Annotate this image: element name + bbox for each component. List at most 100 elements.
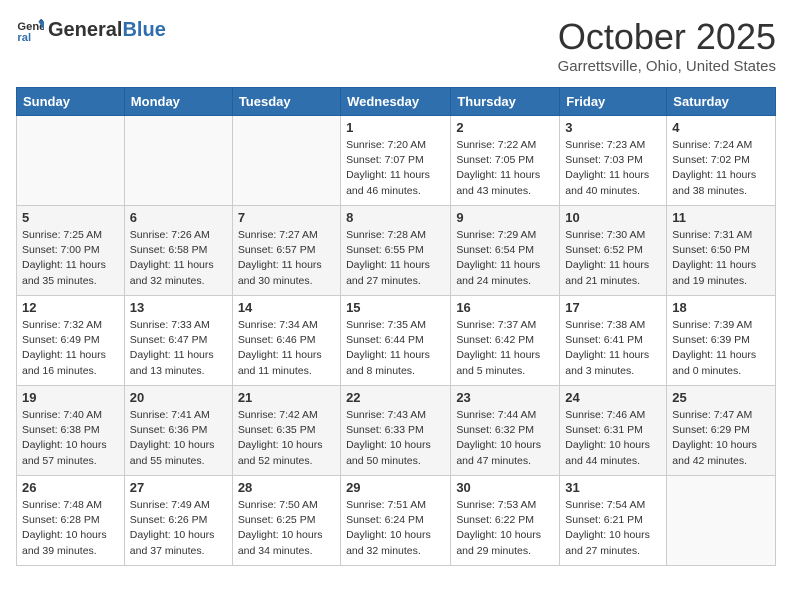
day-info: Sunrise: 7:33 AMSunset: 6:47 PMDaylight:… — [130, 318, 227, 379]
day-number: 26 — [22, 480, 119, 495]
day-info: Sunrise: 7:54 AMSunset: 6:21 PMDaylight:… — [565, 498, 661, 559]
day-header-tuesday: Tuesday — [232, 88, 340, 116]
day-number: 17 — [565, 300, 661, 315]
day-info: Sunrise: 7:27 AMSunset: 6:57 PMDaylight:… — [238, 228, 335, 289]
calendar-cell: 11 Sunrise: 7:31 AMSunset: 6:50 PMDayligh… — [667, 206, 776, 296]
day-info: Sunrise: 7:51 AMSunset: 6:24 PMDaylight:… — [346, 498, 445, 559]
month-title: October 2025 — [558, 16, 776, 58]
calendar-cell: 27 Sunrise: 7:49 AMSunset: 6:26 PMDayligh… — [124, 476, 232, 566]
day-number: 1 — [346, 120, 445, 135]
calendar-cell: 26 Sunrise: 7:48 AMSunset: 6:28 PMDayligh… — [17, 476, 125, 566]
calendar-cell: 2Sunrise: 7:22 AMSunset: 7:05 PMDaylight… — [451, 116, 560, 206]
day-info: Sunrise: 7:24 AMSunset: 7:02 PMDaylight:… — [672, 138, 770, 199]
day-number: 22 — [346, 390, 445, 405]
day-info: Sunrise: 7:49 AMSunset: 6:26 PMDaylight:… — [130, 498, 227, 559]
day-info: Sunrise: 7:20 AMSunset: 7:07 PMDaylight:… — [346, 138, 445, 199]
day-info: Sunrise: 7:38 AMSunset: 6:41 PMDaylight:… — [565, 318, 661, 379]
day-info: Sunrise: 7:31 AMSunset: 6:50 PMDaylight:… — [672, 228, 770, 289]
calendar-cell: 3 Sunrise: 7:23 AMSunset: 7:03 PMDaylight… — [560, 116, 667, 206]
day-info: Sunrise: 7:29 AMSunset: 6:54 PMDaylight:… — [456, 228, 554, 289]
calendar-cell: 31 Sunrise: 7:54 AMSunset: 6:21 PMDayligh… — [560, 476, 667, 566]
calendar-cell: 25 Sunrise: 7:47 AMSunset: 6:29 PMDayligh… — [667, 386, 776, 476]
calendar-cell: 29 Sunrise: 7:51 AMSunset: 6:24 PMDayligh… — [341, 476, 451, 566]
day-info: Sunrise: 7:40 AMSunset: 6:38 PMDaylight:… — [22, 408, 119, 469]
logo-text: GeneralBlue — [48, 20, 166, 40]
day-number: 14 — [238, 300, 335, 315]
day-number: 10 — [565, 210, 661, 225]
calendar-cell: 10 Sunrise: 7:30 AMSunset: 6:52 PMDayligh… — [560, 206, 667, 296]
day-info: Sunrise: 7:48 AMSunset: 6:28 PMDaylight:… — [22, 498, 119, 559]
day-number: 25 — [672, 390, 770, 405]
day-number: 29 — [346, 480, 445, 495]
day-info: Sunrise: 7:28 AMSunset: 6:55 PMDaylight:… — [346, 228, 445, 289]
day-number: 15 — [346, 300, 445, 315]
day-info: Sunrise: 7:50 AMSunset: 6:25 PMDaylight:… — [238, 498, 335, 559]
title-block: October 2025 Garrettsville, Ohio, United… — [558, 16, 776, 75]
svg-text:ral: ral — [17, 32, 31, 44]
location: Garrettsville, Ohio, United States — [558, 58, 776, 75]
day-number: 12 — [22, 300, 119, 315]
calendar-cell: 4 Sunrise: 7:24 AMSunset: 7:02 PMDaylight… — [667, 116, 776, 206]
calendar-cell — [667, 476, 776, 566]
calendar-cell: 8 Sunrise: 7:28 AMSunset: 6:55 PMDaylight… — [341, 206, 451, 296]
calendar-cell: 1 Sunrise: 7:20 AMSunset: 7:07 PMDaylight… — [341, 116, 451, 206]
calendar-cell: 9 Sunrise: 7:29 AMSunset: 6:54 PMDaylight… — [451, 206, 560, 296]
calendar-cell: 15 Sunrise: 7:35 AMSunset: 6:44 PMDayligh… — [341, 296, 451, 386]
day-info: Sunrise: 7:41 AMSunset: 6:36 PMDaylight:… — [130, 408, 227, 469]
logo-general: General — [48, 19, 122, 41]
calendar-cell: 17 Sunrise: 7:38 AMSunset: 6:41 PMDayligh… — [560, 296, 667, 386]
day-header-wednesday: Wednesday — [341, 88, 451, 116]
calendar-cell: 13 Sunrise: 7:33 AMSunset: 6:47 PMDayligh… — [124, 296, 232, 386]
week-row-2: 5 Sunrise: 7:25 AMSunset: 7:00 PMDaylight… — [17, 206, 776, 296]
calendar-cell: 20Sunrise: 7:41 AMSunset: 6:36 PMDayligh… — [124, 386, 232, 476]
day-header-sunday: Sunday — [17, 88, 125, 116]
day-header-thursday: Thursday — [451, 88, 560, 116]
day-info: Sunrise: 7:53 AMSunset: 6:22 PMDaylight:… — [456, 498, 554, 559]
day-info: Sunrise: 7:26 AMSunset: 6:58 PMDaylight:… — [130, 228, 227, 289]
header-row: SundayMondayTuesdayWednesdayThursdayFrid… — [17, 88, 776, 116]
calendar-cell: 28Sunrise: 7:50 AMSunset: 6:25 PMDayligh… — [232, 476, 340, 566]
day-number: 13 — [130, 300, 227, 315]
day-number: 9 — [456, 210, 554, 225]
day-number: 5 — [22, 210, 119, 225]
day-number: 3 — [565, 120, 661, 135]
calendar-cell — [124, 116, 232, 206]
day-number: 16 — [456, 300, 554, 315]
day-number: 27 — [130, 480, 227, 495]
day-number: 19 — [22, 390, 119, 405]
day-info: Sunrise: 7:35 AMSunset: 6:44 PMDaylight:… — [346, 318, 445, 379]
day-number: 21 — [238, 390, 335, 405]
calendar-table: SundayMondayTuesdayWednesdayThursdayFrid… — [16, 87, 776, 566]
day-info: Sunrise: 7:22 AMSunset: 7:05 PMDaylight:… — [456, 138, 554, 199]
day-header-saturday: Saturday — [667, 88, 776, 116]
logo-icon: Gene ral — [16, 16, 44, 44]
calendar-cell: 12Sunrise: 7:32 AMSunset: 6:49 PMDayligh… — [17, 296, 125, 386]
calendar-cell: 5 Sunrise: 7:25 AMSunset: 7:00 PMDaylight… — [17, 206, 125, 296]
calendar-cell: 23Sunrise: 7:44 AMSunset: 6:32 PMDayligh… — [451, 386, 560, 476]
day-header-monday: Monday — [124, 88, 232, 116]
day-info: Sunrise: 7:46 AMSunset: 6:31 PMDaylight:… — [565, 408, 661, 469]
day-info: Sunrise: 7:37 AMSunset: 6:42 PMDaylight:… — [456, 318, 554, 379]
day-number: 6 — [130, 210, 227, 225]
day-number: 4 — [672, 120, 770, 135]
calendar-cell: 7 Sunrise: 7:27 AMSunset: 6:57 PMDaylight… — [232, 206, 340, 296]
logo: Gene ral GeneralBlue — [16, 16, 166, 44]
calendar-cell: 14 Sunrise: 7:34 AMSunset: 6:46 PMDayligh… — [232, 296, 340, 386]
day-info: Sunrise: 7:34 AMSunset: 6:46 PMDaylight:… — [238, 318, 335, 379]
day-number: 8 — [346, 210, 445, 225]
week-row-4: 19 Sunrise: 7:40 AMSunset: 6:38 PMDayligh… — [17, 386, 776, 476]
logo-blue: Blue — [122, 19, 165, 41]
day-number: 23 — [456, 390, 554, 405]
week-row-1: 1 Sunrise: 7:20 AMSunset: 7:07 PMDaylight… — [17, 116, 776, 206]
calendar-cell: 16 Sunrise: 7:37 AMSunset: 6:42 PMDayligh… — [451, 296, 560, 386]
day-info: Sunrise: 7:23 AMSunset: 7:03 PMDaylight:… — [565, 138, 661, 199]
day-info: Sunrise: 7:47 AMSunset: 6:29 PMDaylight:… — [672, 408, 770, 469]
day-number: 11 — [672, 210, 770, 225]
day-info: Sunrise: 7:25 AMSunset: 7:00 PMDaylight:… — [22, 228, 119, 289]
day-number: 31 — [565, 480, 661, 495]
day-number: 7 — [238, 210, 335, 225]
week-row-5: 26 Sunrise: 7:48 AMSunset: 6:28 PMDayligh… — [17, 476, 776, 566]
calendar-cell: 30Sunrise: 7:53 AMSunset: 6:22 PMDayligh… — [451, 476, 560, 566]
day-info: Sunrise: 7:30 AMSunset: 6:52 PMDaylight:… — [565, 228, 661, 289]
week-row-3: 12Sunrise: 7:32 AMSunset: 6:49 PMDayligh… — [17, 296, 776, 386]
